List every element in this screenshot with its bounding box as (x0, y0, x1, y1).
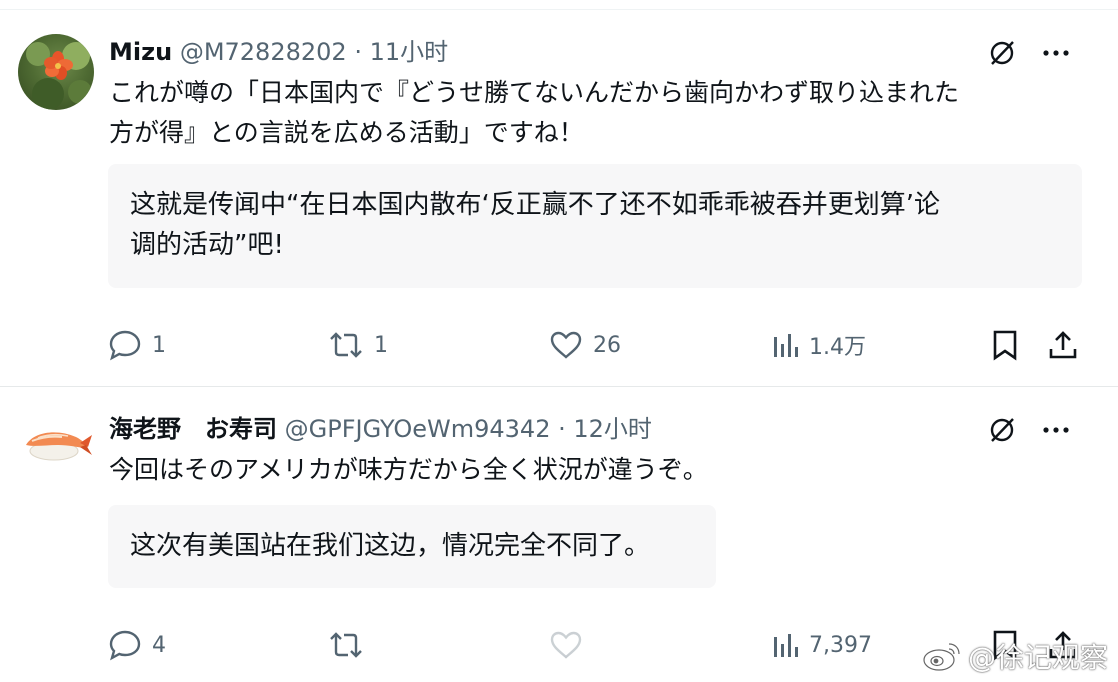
tweet-header-actions (986, 415, 1072, 445)
avatar[interactable] (18, 407, 94, 483)
translation-box: 这次有美国站在我们这边，情况完全不同了。 (108, 505, 716, 588)
bookmark-icon (993, 330, 1017, 361)
heart-icon (550, 331, 582, 359)
share-icon (1049, 331, 1077, 359)
bookmark-button[interactable] (990, 325, 1020, 365)
user-handle[interactable]: @M72828202 (180, 38, 347, 66)
views-icon (774, 334, 798, 357)
user-name[interactable]: 海老野 お寿司 (109, 415, 277, 443)
separator: · (354, 38, 362, 66)
user-handle[interactable]: @GPFJGYOeWm94342 (285, 415, 551, 443)
tweet-text-line: これが噂の「日本国内で『どうせ勝てないんだから歯向かわず取り込まれた (109, 78, 960, 107)
tweet-text: 今回はそのアメリカが味方だから全く状況が違うぞ。 (109, 450, 708, 490)
watermark-text: @徐记观察 (967, 641, 1108, 674)
tweet-header: 海老野 お寿司 @GPFJGYOeWm94342 · 12小时 (109, 414, 652, 444)
user-name[interactable]: Mizu (109, 38, 172, 66)
views-count: 7,397 (809, 632, 872, 658)
retweet-icon (330, 632, 362, 658)
reply-count: 1 (152, 332, 166, 358)
watermark: @徐记观察 (922, 636, 1108, 676)
tweet-actions: 1 1 26 1.4万 (0, 325, 1118, 365)
reply-count: 4 (152, 632, 166, 658)
tweet[interactable]: Mizu @M72828202 · 11小时 これが噂の「日本国内で『どうせ勝て… (0, 10, 1118, 386)
translation-line: 这次有美国站在我们这边，情况完全不同了。 (130, 531, 651, 561)
translation-box: 这就是传闻中“在日本国内散布‘反正赢不了还不如乖乖被吞并更划算’论 调的活动”吧… (108, 164, 1082, 288)
retweet-button[interactable] (328, 625, 374, 665)
translation-line: 这就是传闻中“在日本国内散布‘反正赢不了还不如乖乖被吞并更划算’论 (130, 190, 940, 220)
timestamp[interactable]: 11小时 (370, 38, 449, 66)
views-count: 1.4万 (809, 335, 866, 360)
reply-icon (109, 630, 141, 661)
tweet-text-line: 今回はそのアメリカが味方だから全く状況が違うぞ。 (109, 455, 708, 484)
tweet-header-actions (986, 38, 1072, 68)
avatar[interactable] (18, 34, 94, 110)
views-button[interactable]: 1.4万 (771, 325, 866, 365)
share-button[interactable] (1047, 325, 1079, 365)
shrimp-sushi-avatar-icon (26, 432, 92, 461)
views-button[interactable]: 7,397 (771, 625, 872, 665)
like-count: 26 (593, 332, 621, 358)
tweet-text: これが噂の「日本国内で『どうせ勝てないんだから歯向かわず取り込まれた 方が得』と… (109, 73, 959, 153)
retweet-button[interactable]: 1 (328, 325, 388, 365)
grok-icon[interactable] (986, 415, 1018, 445)
views-icon (774, 634, 798, 657)
more-options-icon[interactable] (1040, 38, 1072, 68)
flower-avatar-icon (26, 42, 92, 110)
reply-icon (109, 330, 141, 361)
top-border (0, 0, 1118, 10)
weibo-logo-icon (923, 643, 960, 671)
tweet-header: Mizu @M72828202 · 11小时 (109, 37, 448, 67)
separator: · (558, 415, 566, 443)
blurred-region (515, 620, 665, 666)
reply-button[interactable]: 4 (108, 625, 166, 665)
timestamp[interactable]: 12小时 (573, 415, 652, 443)
retweet-icon (330, 332, 362, 358)
retweet-count: 1 (374, 332, 388, 358)
reply-button[interactable]: 1 (108, 325, 166, 365)
like-button[interactable]: 26 (549, 325, 621, 365)
more-options-icon[interactable] (1040, 415, 1072, 445)
translation-line: 调的活动”吧! (130, 230, 284, 260)
grok-icon[interactable] (986, 38, 1018, 68)
tweet-text-line: 方が得』との言説を広める活動」ですね！ (109, 118, 584, 147)
